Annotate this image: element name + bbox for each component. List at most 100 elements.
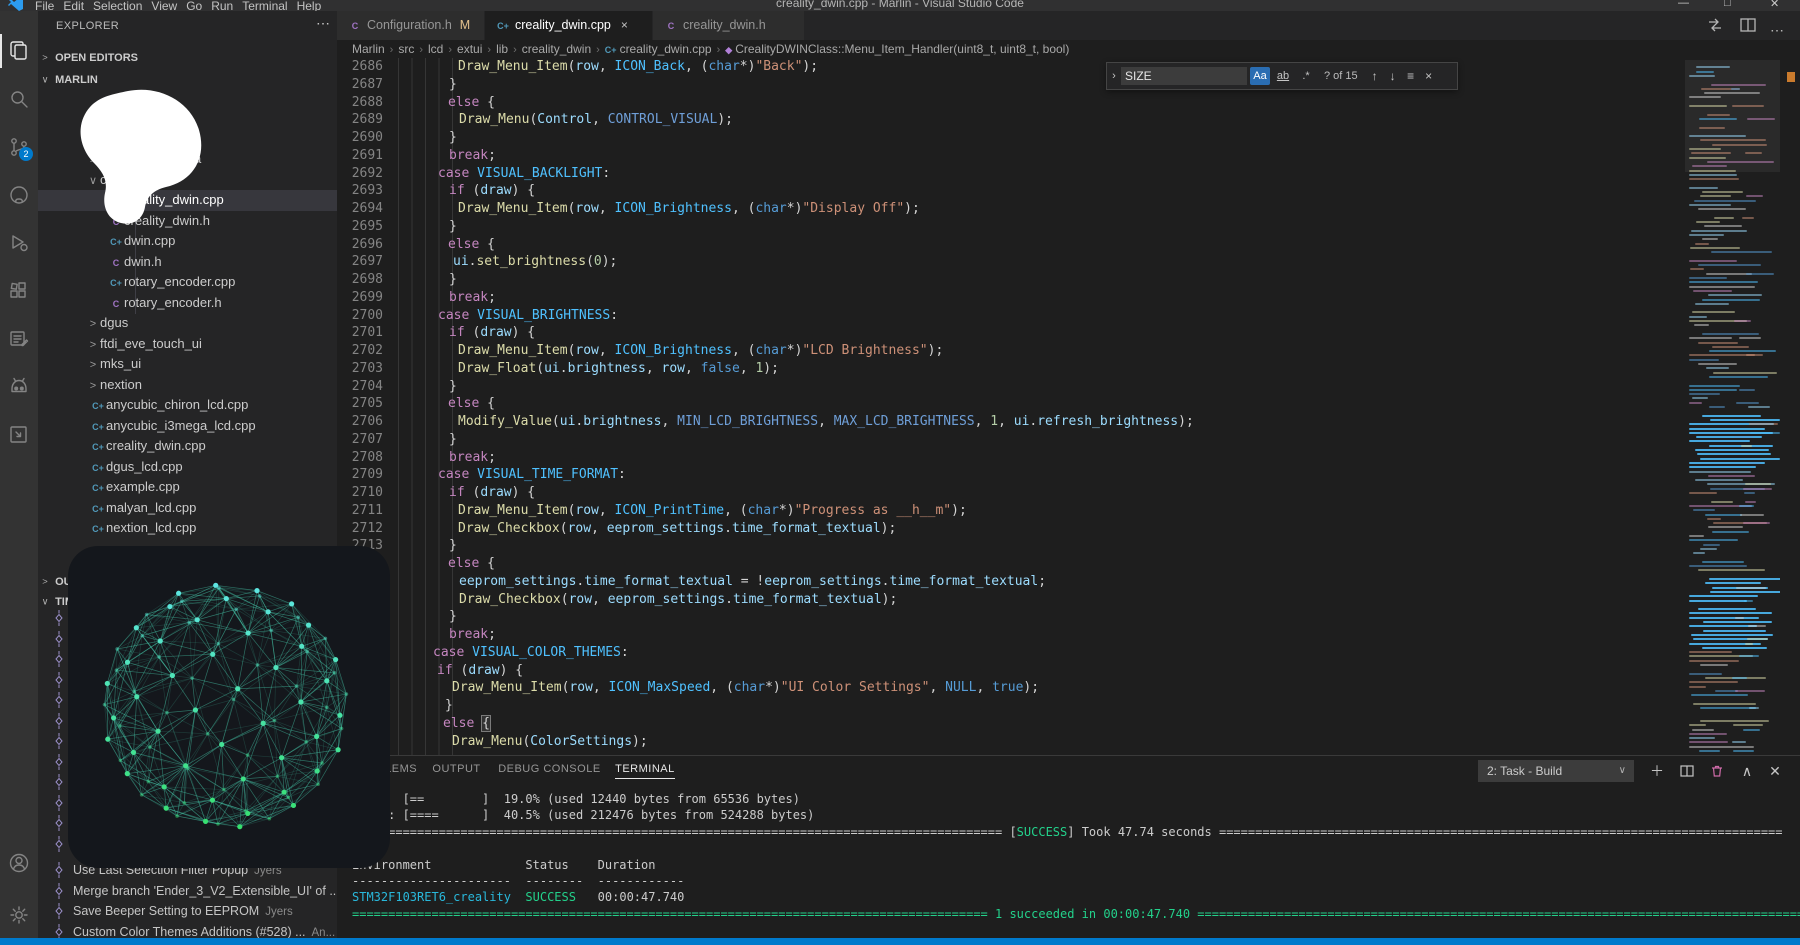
find-in-selection-icon[interactable]: ≡ <box>1402 69 1420 83</box>
breadcrumb-item[interactable]: C+creality_dwin.cpp <box>605 40 712 59</box>
tree-item-ftdi-eve-touch-ui[interactable]: >ftdi_eve_touch_ui <box>38 334 337 355</box>
code-editor[interactable]: 2686Draw_Menu_Item(row, ICON_Back, (char… <box>337 58 1685 755</box>
minimap[interactable] <box>1685 58 1780 755</box>
tree-item-dwin-cpp[interactable]: C+dwin.cpp <box>38 231 337 252</box>
whole-word-button[interactable]: ab <box>1273 67 1293 85</box>
section-open-editors[interactable]: > OPEN EDITORS <box>38 48 337 68</box>
tab-creality-dwin-cpp[interactable]: C+creality_dwin.cpp× <box>485 11 653 40</box>
code-line[interactable]: 2712Draw_Checkbox(row, eeprom_settings.t… <box>337 520 1685 538</box>
tree-item-rotary-encoder-cpp[interactable]: C+rotary_encoder.cpp <box>38 272 337 293</box>
tree-item-anycubic-chiron-lcd-cpp[interactable]: C+anycubic_chiron_lcd.cpp <box>38 395 337 416</box>
match-case-button[interactable]: Aa <box>1250 67 1270 85</box>
menu-go[interactable]: Go <box>186 0 202 11</box>
code-line[interactable]: 2691break; <box>337 147 1685 165</box>
code-line[interactable]: } <box>337 697 1685 715</box>
code-line[interactable]: 2695} <box>337 218 1685 236</box>
regex-button[interactable]: .* <box>1296 67 1316 85</box>
new-terminal-icon[interactable]: ＋ <box>1647 761 1667 781</box>
tree-item-anycubic-i3mega-lcd-cpp[interactable]: C+anycubic_i3mega_lcd.cpp <box>38 416 337 437</box>
open-changes-icon[interactable] <box>1705 15 1727 37</box>
code-line[interactable]: 2710if (draw) { <box>337 484 1685 502</box>
timeline-item[interactable]: Save Beeper Setting to EEPROMJyers <box>38 901 337 922</box>
more-actions-icon[interactable]: ⋯ <box>1770 20 1792 42</box>
sidebar-more-actions-icon[interactable]: ⋯ <box>316 15 330 32</box>
previous-match-icon[interactable]: ↑ <box>1366 69 1384 83</box>
github-icon[interactable] <box>7 183 31 207</box>
code-line[interactable]: 2709case VISUAL_TIME_FORMAT: <box>337 466 1685 484</box>
account-icon[interactable] <box>7 851 31 875</box>
code-line[interactable]: 2708break; <box>337 449 1685 467</box>
find-input[interactable] <box>1121 67 1247 85</box>
tree-item-malyan-lcd-cpp[interactable]: C+malyan_lcd.cpp <box>38 498 337 519</box>
code-line[interactable]: 2704} <box>337 378 1685 396</box>
tree-item-example-cpp[interactable]: C+example.cpp <box>38 477 337 498</box>
kill-terminal-icon[interactable] <box>1707 761 1727 781</box>
settings-icon[interactable] <box>7 903 31 927</box>
breadcrumb-item[interactable]: extui <box>457 40 482 58</box>
breadcrumb-item[interactable]: lib <box>496 40 508 58</box>
code-line[interactable]: 2706Modify_Value(ui.brightness, MIN_LCD_… <box>337 413 1685 431</box>
breadcrumb-item[interactable]: creality_dwin <box>522 40 591 58</box>
code-line[interactable]: 2688else { <box>337 94 1685 112</box>
code-line[interactable]: 2698} <box>337 271 1685 289</box>
explorer-icon[interactable] <box>7 39 31 63</box>
close-panel-icon[interactable]: ✕ <box>1765 761 1785 781</box>
minimize-icon[interactable]: — <box>1678 0 1689 9</box>
menu-file[interactable]: File <box>35 0 54 11</box>
panel-tab-terminal[interactable]: TERMINAL <box>615 763 675 779</box>
code-line[interactable]: 2711Draw_Menu_Item(row, ICON_PrintTime, … <box>337 502 1685 520</box>
code-line[interactable]: case VISUAL_COLOR_THEMES: <box>337 644 1685 662</box>
next-match-icon[interactable]: ↓ <box>1384 69 1402 83</box>
code-line[interactable]: Draw_Menu(ColorSettings); <box>337 733 1685 751</box>
breadcrumb-item[interactable]: Marlin <box>352 40 385 58</box>
code-line[interactable]: 2687} <box>337 76 1685 94</box>
code-line[interactable]: 2701if (draw) { <box>337 324 1685 342</box>
code-line[interactable]: 2690} <box>337 129 1685 147</box>
close-tab-icon[interactable]: × <box>621 18 628 32</box>
run-debug-icon[interactable] <box>7 231 31 255</box>
close-window-icon[interactable]: ✕ <box>1770 0 1779 10</box>
code-line[interactable]: 2700case VISUAL_BRIGHTNESS: <box>337 307 1685 325</box>
tab-configuration-h[interactable]: CConfiguration.hM <box>337 11 485 40</box>
search-icon[interactable] <box>7 87 31 111</box>
code-line[interactable]: else { <box>337 715 1685 733</box>
find-expand-icon[interactable]: › <box>1107 70 1121 82</box>
menu-view[interactable]: View <box>151 0 177 11</box>
code-line[interactable]: break; <box>337 626 1685 644</box>
menu-help[interactable]: Help <box>297 0 322 11</box>
code-line[interactable]: 2689Draw_Menu(Control, CONTROL_VISUAL); <box>337 111 1685 129</box>
platformio-icon[interactable] <box>7 375 31 399</box>
code-line[interactable]: 2703Draw_Float(ui.brightness, row, false… <box>337 360 1685 378</box>
tree-item-rotary-encoder-h[interactable]: Crotary_encoder.h <box>38 293 337 314</box>
code-line[interactable]: 2713} <box>337 537 1685 555</box>
code-line[interactable]: } <box>337 608 1685 626</box>
code-line[interactable]: else { <box>337 555 1685 573</box>
code-line[interactable]: if (draw) { <box>337 662 1685 680</box>
code-line[interactable]: 2699break; <box>337 289 1685 307</box>
code-line[interactable]: Draw_Menu_Item(row, ICON_MaxSpeed, (char… <box>337 679 1685 697</box>
timeline-item[interactable]: Custom Color Themes Additions (#528) ...… <box>38 922 337 939</box>
tab-creality-dwin-h[interactable]: Ccreality_dwin.h <box>653 11 805 40</box>
split-editor-icon[interactable] <box>1738 15 1760 37</box>
panel-tab-debug-console[interactable]: DEBUG CONSOLE <box>498 763 600 775</box>
code-line[interactable]: eeprom_settings.time_format_textual = !e… <box>337 573 1685 591</box>
code-line[interactable]: 2707} <box>337 431 1685 449</box>
menu-run[interactable]: Run <box>211 0 233 11</box>
tree-item-nextion-lcd-cpp[interactable]: C+nextion_lcd.cpp <box>38 518 337 539</box>
extensions-icon[interactable] <box>7 279 31 303</box>
maximize-icon[interactable]: □ <box>1724 0 1731 9</box>
tree-item-mks-ui[interactable]: >mks_ui <box>38 354 337 375</box>
code-line[interactable]: 2697ui.set_brightness(0); <box>337 253 1685 271</box>
panel-tab-output[interactable]: OUTPUT <box>432 763 480 775</box>
tree-item-creality-dwin-cpp[interactable]: C+creality_dwin.cpp <box>38 436 337 457</box>
code-line[interactable]: Draw_Checkbox(row, eeprom_settings.time_… <box>337 591 1685 609</box>
maximize-panel-icon[interactable]: ∧ <box>1737 761 1757 781</box>
code-line[interactable]: 2705else { <box>337 395 1685 413</box>
tree-item-dwin-h[interactable]: Cdwin.h <box>38 252 337 273</box>
code-line[interactable]: 2696else { <box>337 236 1685 254</box>
breadcrumb-item[interactable]: lcd <box>428 40 443 58</box>
timeline-item[interactable]: Merge branch 'Ender_3_V2_Extensible_UI' … <box>38 881 337 902</box>
code-line[interactable]: 2692case VISUAL_BACKLIGHT: <box>337 165 1685 183</box>
tree-item-dgus-lcd-cpp[interactable]: C+dgus_lcd.cpp <box>38 457 337 478</box>
code-line[interactable]: 2686Draw_Menu_Item(row, ICON_Back, (char… <box>337 58 1685 76</box>
